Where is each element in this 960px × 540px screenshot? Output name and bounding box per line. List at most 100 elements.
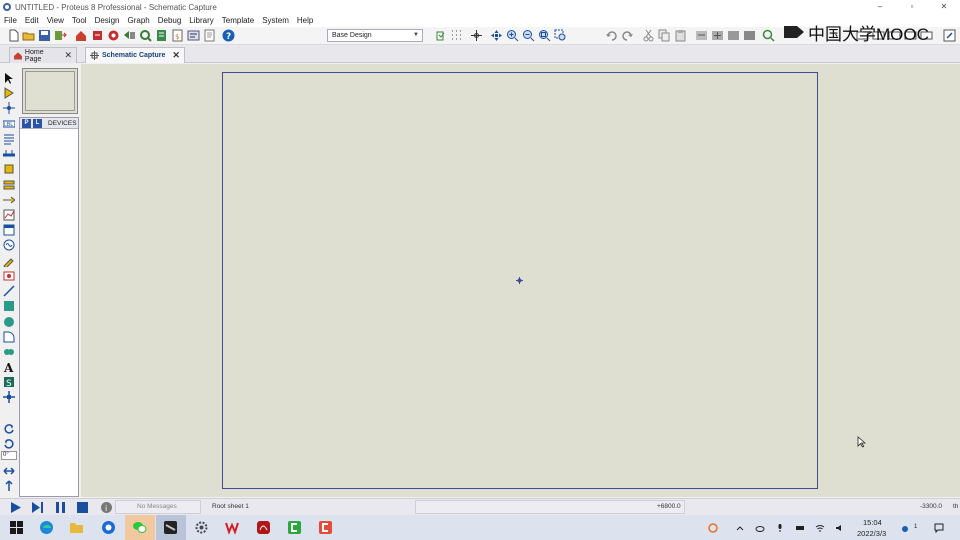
rotation-angle-input[interactable]: 0° bbox=[1, 451, 17, 460]
import-icon[interactable] bbox=[54, 29, 67, 42]
taskbar-date[interactable]: 2022/3/3 bbox=[857, 529, 886, 538]
virtual-instrument-icon[interactable] bbox=[3, 270, 15, 282]
tab-home-page[interactable]: Home Page ✕ bbox=[9, 47, 77, 63]
menu-view[interactable]: View bbox=[43, 14, 68, 27]
file-explorer-icon[interactable] bbox=[69, 520, 84, 535]
gerber-icon[interactable] bbox=[139, 29, 152, 42]
menu-edit[interactable]: Edit bbox=[21, 14, 43, 27]
volume-icon[interactable] bbox=[835, 523, 845, 533]
close-icon[interactable]: ✕ bbox=[172, 50, 180, 61]
box-tool-icon[interactable] bbox=[3, 300, 15, 312]
device-pins-icon[interactable] bbox=[3, 194, 15, 206]
component-mode-icon[interactable] bbox=[3, 87, 15, 99]
zoom-all-icon[interactable] bbox=[538, 29, 551, 42]
3d-viewer-icon[interactable] bbox=[123, 29, 136, 42]
graph-mode-icon[interactable] bbox=[3, 209, 15, 221]
line-tool-icon[interactable] bbox=[3, 285, 15, 297]
junction-dot-icon[interactable] bbox=[3, 102, 15, 114]
block-move-icon[interactable] bbox=[711, 29, 724, 42]
refresh-icon[interactable] bbox=[434, 29, 447, 42]
mirror-vertical-icon[interactable] bbox=[3, 480, 15, 492]
pan-icon[interactable] bbox=[490, 29, 503, 42]
selection-mode-icon[interactable] bbox=[3, 72, 15, 84]
maximize-button[interactable]: ▫ bbox=[896, 0, 928, 14]
home-icon[interactable] bbox=[75, 29, 88, 42]
menu-design[interactable]: Design bbox=[91, 14, 124, 27]
rotate-anticlockwise-icon[interactable] bbox=[3, 437, 15, 449]
buses-icon[interactable] bbox=[3, 148, 15, 160]
message-info-icon[interactable]: i bbox=[100, 501, 113, 514]
wechat-icon[interactable] bbox=[132, 520, 147, 535]
arc-tool-icon[interactable] bbox=[3, 331, 15, 343]
text-script-icon[interactable] bbox=[3, 133, 15, 145]
tape-recorder-icon[interactable] bbox=[3, 224, 15, 236]
terminals-icon[interactable] bbox=[3, 179, 15, 191]
menu-file[interactable]: File bbox=[0, 14, 21, 27]
schematic-canvas[interactable] bbox=[81, 64, 960, 497]
cut-icon[interactable] bbox=[642, 29, 655, 42]
block-delete-icon[interactable] bbox=[743, 29, 756, 42]
edge-browser-icon[interactable] bbox=[39, 520, 54, 535]
overview-window[interactable] bbox=[22, 68, 78, 114]
block-copy-icon[interactable] bbox=[695, 29, 708, 42]
redo-icon[interactable] bbox=[621, 29, 634, 42]
library-manager-button[interactable]: L bbox=[33, 118, 42, 128]
antivirus-tray-icon[interactable] bbox=[708, 523, 718, 533]
menu-help[interactable]: Help bbox=[293, 14, 317, 27]
close-button[interactable]: ✕ bbox=[928, 0, 960, 14]
search-icon[interactable] bbox=[762, 29, 775, 42]
menu-library[interactable]: Library bbox=[185, 14, 217, 27]
rotate-clockwise-icon[interactable] bbox=[3, 422, 15, 434]
paste-icon[interactable] bbox=[674, 29, 687, 42]
edit-properties-icon[interactable] bbox=[943, 29, 956, 42]
menu-debug[interactable]: Debug bbox=[154, 14, 186, 27]
pen-workspace-icon[interactable] bbox=[901, 523, 913, 533]
wifi-icon[interactable] bbox=[815, 523, 825, 533]
recorder-icon[interactable] bbox=[318, 520, 333, 535]
text-tool-icon[interactable]: A bbox=[3, 361, 15, 373]
menu-graph[interactable]: Graph bbox=[123, 14, 153, 27]
play-icon[interactable] bbox=[9, 501, 22, 514]
close-icon[interactable]: ✕ bbox=[64, 50, 72, 61]
menu-system[interactable]: System bbox=[258, 14, 293, 27]
help-icon[interactable]: ? bbox=[222, 29, 235, 42]
wps-office-icon[interactable] bbox=[225, 520, 240, 535]
origin-icon[interactable] bbox=[470, 29, 483, 42]
pcb-icon[interactable] bbox=[107, 29, 120, 42]
zoom-area-icon[interactable] bbox=[554, 29, 567, 42]
block-rotate-icon[interactable] bbox=[727, 29, 740, 42]
undo-icon[interactable] bbox=[605, 29, 618, 42]
save-icon[interactable] bbox=[38, 29, 51, 42]
mirror-horizontal-icon[interactable] bbox=[3, 465, 15, 477]
stop-icon[interactable] bbox=[76, 501, 89, 514]
schematic-icon[interactable] bbox=[91, 29, 104, 42]
cloud-tray-icon[interactable] bbox=[755, 523, 765, 533]
path-tool-icon[interactable] bbox=[3, 346, 15, 358]
design-explorer-icon[interactable] bbox=[155, 29, 168, 42]
circle-tool-icon[interactable] bbox=[3, 316, 15, 328]
battery-icon[interactable] bbox=[795, 523, 805, 533]
wire-label-icon[interactable]: LBL bbox=[3, 118, 15, 130]
new-file-icon[interactable] bbox=[7, 29, 20, 42]
pause-icon[interactable] bbox=[54, 501, 67, 514]
notes-icon[interactable] bbox=[203, 29, 216, 42]
grid-icon[interactable] bbox=[450, 29, 463, 42]
subcircuit-icon[interactable] bbox=[3, 163, 15, 175]
proteus-taskbar-icon[interactable] bbox=[163, 520, 178, 535]
browser-icon[interactable] bbox=[101, 520, 116, 535]
source-code-icon[interactable] bbox=[187, 29, 200, 42]
zoom-out-icon[interactable] bbox=[522, 29, 535, 42]
minimize-button[interactable]: – bbox=[864, 0, 896, 14]
zoom-in-icon[interactable] bbox=[506, 29, 519, 42]
windows-start-icon[interactable] bbox=[9, 520, 24, 535]
step-icon[interactable] bbox=[31, 501, 44, 514]
open-folder-icon[interactable] bbox=[22, 29, 35, 42]
symbol-tool-icon[interactable]: S bbox=[3, 376, 15, 388]
marker-tool-icon[interactable] bbox=[3, 391, 15, 403]
copy-icon[interactable] bbox=[658, 29, 671, 42]
menu-template[interactable]: Template bbox=[218, 14, 258, 27]
taskbar-time[interactable]: 15:04 bbox=[863, 518, 882, 527]
notifications-icon[interactable] bbox=[934, 523, 944, 533]
chevron-up-icon[interactable] bbox=[735, 523, 745, 533]
bill-of-materials-icon[interactable]: $ bbox=[171, 29, 184, 42]
